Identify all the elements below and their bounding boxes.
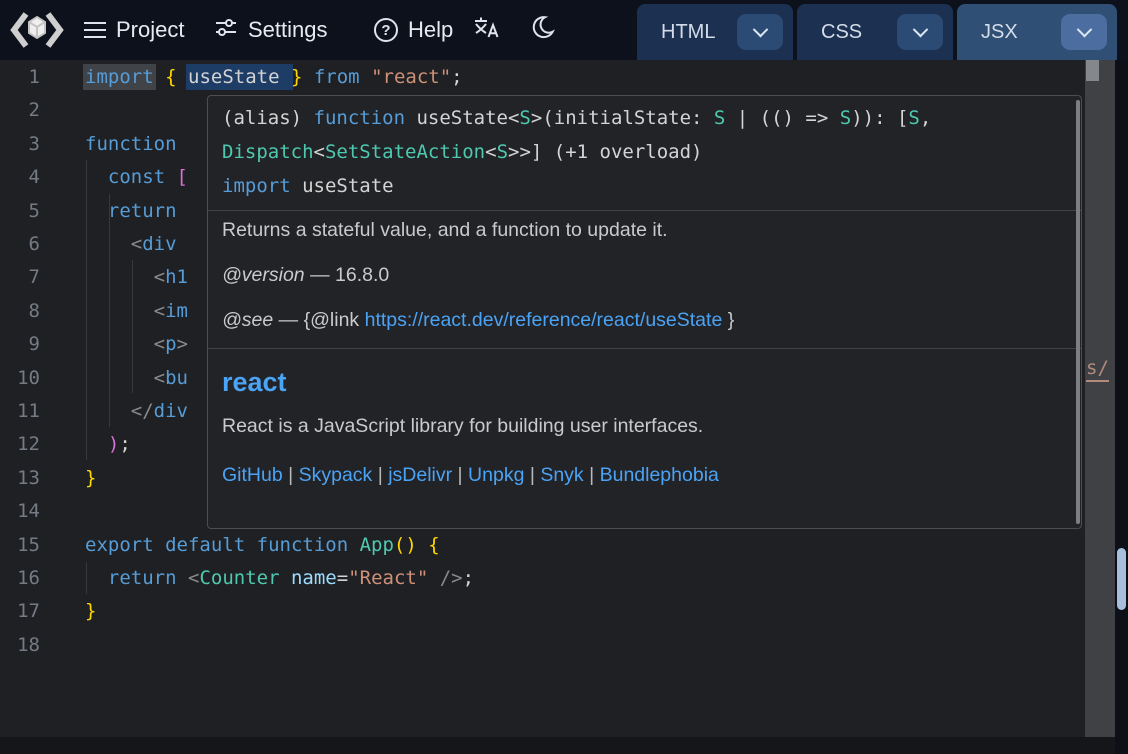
editor-scrollbar-thumb[interactable] [1086,60,1099,81]
signature-line: Dispatch<SetStateAction<S>>] (+1 overloa… [222,135,1067,169]
package-link-bundlephobia[interactable]: Bundlephobia [600,464,719,486]
line-number: 1 [0,61,40,95]
chevron-down-icon [752,21,768,37]
code-line-5[interactable]: return [85,195,177,229]
editor-tabs: HTML CSS JSX [637,4,1117,60]
page-scrollbar-thumb[interactable] [1117,548,1126,610]
package-link-jsdelivr[interactable]: jsDelivr [388,464,452,486]
code-line-4[interactable]: const [ [85,161,188,195]
translate-button[interactable] [472,0,500,60]
chevron-down-icon [1076,21,1092,37]
package-link-github[interactable]: GitHub [222,464,283,486]
line-number: 7 [0,261,40,295]
tab-css[interactable]: CSS [797,4,953,60]
tab-label: HTML [661,21,715,44]
line-number: 11 [0,395,40,429]
signature-line: import useState [222,169,1067,203]
project-menu-label: Project [116,17,184,43]
tab-jsx-dropdown-button[interactable] [1061,14,1107,50]
code-line-13[interactable]: } [85,462,96,496]
code-line-1[interactable]: import { useState } from "react"; [85,61,463,95]
page-scrollbar-track[interactable] [1115,60,1128,754]
chevron-down-icon [912,21,928,37]
code-line-7[interactable]: <h1 [85,261,188,295]
help-menu-label: Help [408,17,453,43]
code-line-9[interactable]: <p> [85,328,188,362]
tab-html[interactable]: HTML [637,4,793,60]
sliders-icon [214,15,238,45]
tooltip-signature: (alias) function useState<S>(initialStat… [208,96,1081,210]
link-separator: | [524,464,540,486]
link-separator: | [584,464,600,486]
menu-icon [84,22,106,38]
line-number: 13 [0,462,40,496]
link-separator: | [452,464,468,486]
line-number: 14 [0,495,40,529]
line-number: 15 [0,529,40,563]
line-number: 2 [0,94,40,128]
settings-menu-label: Settings [248,17,328,43]
editor-bottom-gutter [0,737,1115,754]
tab-label: JSX [981,21,1018,44]
link-separator: | [372,464,388,486]
tooltip-docs: Returns a stateful value, and a function… [208,211,1081,348]
hover-tooltip: (alias) function useState<S>(initialStat… [207,95,1082,529]
line-number: 9 [0,328,40,362]
package-link-snyk[interactable]: Snyk [540,464,583,486]
link-separator: | [283,464,299,486]
package-links: GitHub | Skypack | jsDelivr | Unpkg | Sn… [222,464,1067,487]
package-link-unpkg[interactable]: Unpkg [468,464,524,486]
code-line-12[interactable]: ); [85,428,131,462]
package-name: react [222,365,1067,399]
usestate-doc-link[interactable]: https://react.dev/reference/react/useSta… [365,309,723,331]
help-menu[interactable]: ? Help [374,0,453,60]
translate-icon [472,14,500,46]
tab-html-dropdown-button[interactable] [737,14,783,50]
line-number: 4 [0,161,40,195]
tooltip-see-row: @see — {@link https://react.dev/referenc… [222,309,1067,332]
code-line-11[interactable]: </div [85,395,188,429]
signature-line: (alias) function useState<S>(initialStat… [222,101,1067,135]
dark-mode-toggle[interactable] [530,0,556,60]
line-number: 16 [0,562,40,596]
tab-css-dropdown-button[interactable] [897,14,943,50]
package-link-skypack[interactable]: Skypack [299,464,373,486]
line-number: 17 [0,595,40,629]
tooltip-scrollbar-thumb[interactable] [1076,100,1080,524]
top-nav: Project Settings ? Help [0,0,1128,60]
line-number: 12 [0,428,40,462]
package-description: React is a JavaScript library for buildi… [222,415,1067,438]
tab-jsx[interactable]: JSX [957,4,1117,60]
settings-menu[interactable]: Settings [214,0,328,60]
code-line-16[interactable]: return <Counter name="React" />; [85,562,474,596]
line-number: 3 [0,128,40,162]
line-number: 8 [0,295,40,329]
line-number: 10 [0,362,40,396]
code-line-15[interactable]: export default function App() { [85,529,440,563]
line-number: 18 [0,629,40,663]
tooltip-package-info: react React is a JavaScript library for … [208,365,1081,493]
code-line-6[interactable]: <div [85,228,177,262]
editor-scrollbar-track[interactable] [1085,60,1115,737]
code-line-3[interactable]: function [85,128,177,162]
line-number: 6 [0,228,40,262]
tooltip-version-row: @version — 16.8.0 [222,264,1067,287]
moon-icon [530,14,556,46]
tooltip-divider [208,348,1081,349]
tooltip-description: Returns a stateful value, and a function… [222,219,1067,242]
tab-label: CSS [821,21,862,44]
code-line-8[interactable]: <im [85,295,188,329]
code-line-10[interactable]: <bu [85,362,188,396]
project-menu[interactable]: Project [84,0,184,60]
code-line-17[interactable]: } [85,595,96,629]
app-logo-icon[interactable] [8,9,66,56]
line-number: 5 [0,195,40,229]
app-window: Project Settings ? Help [0,0,1128,754]
help-circle-icon: ? [374,18,398,42]
